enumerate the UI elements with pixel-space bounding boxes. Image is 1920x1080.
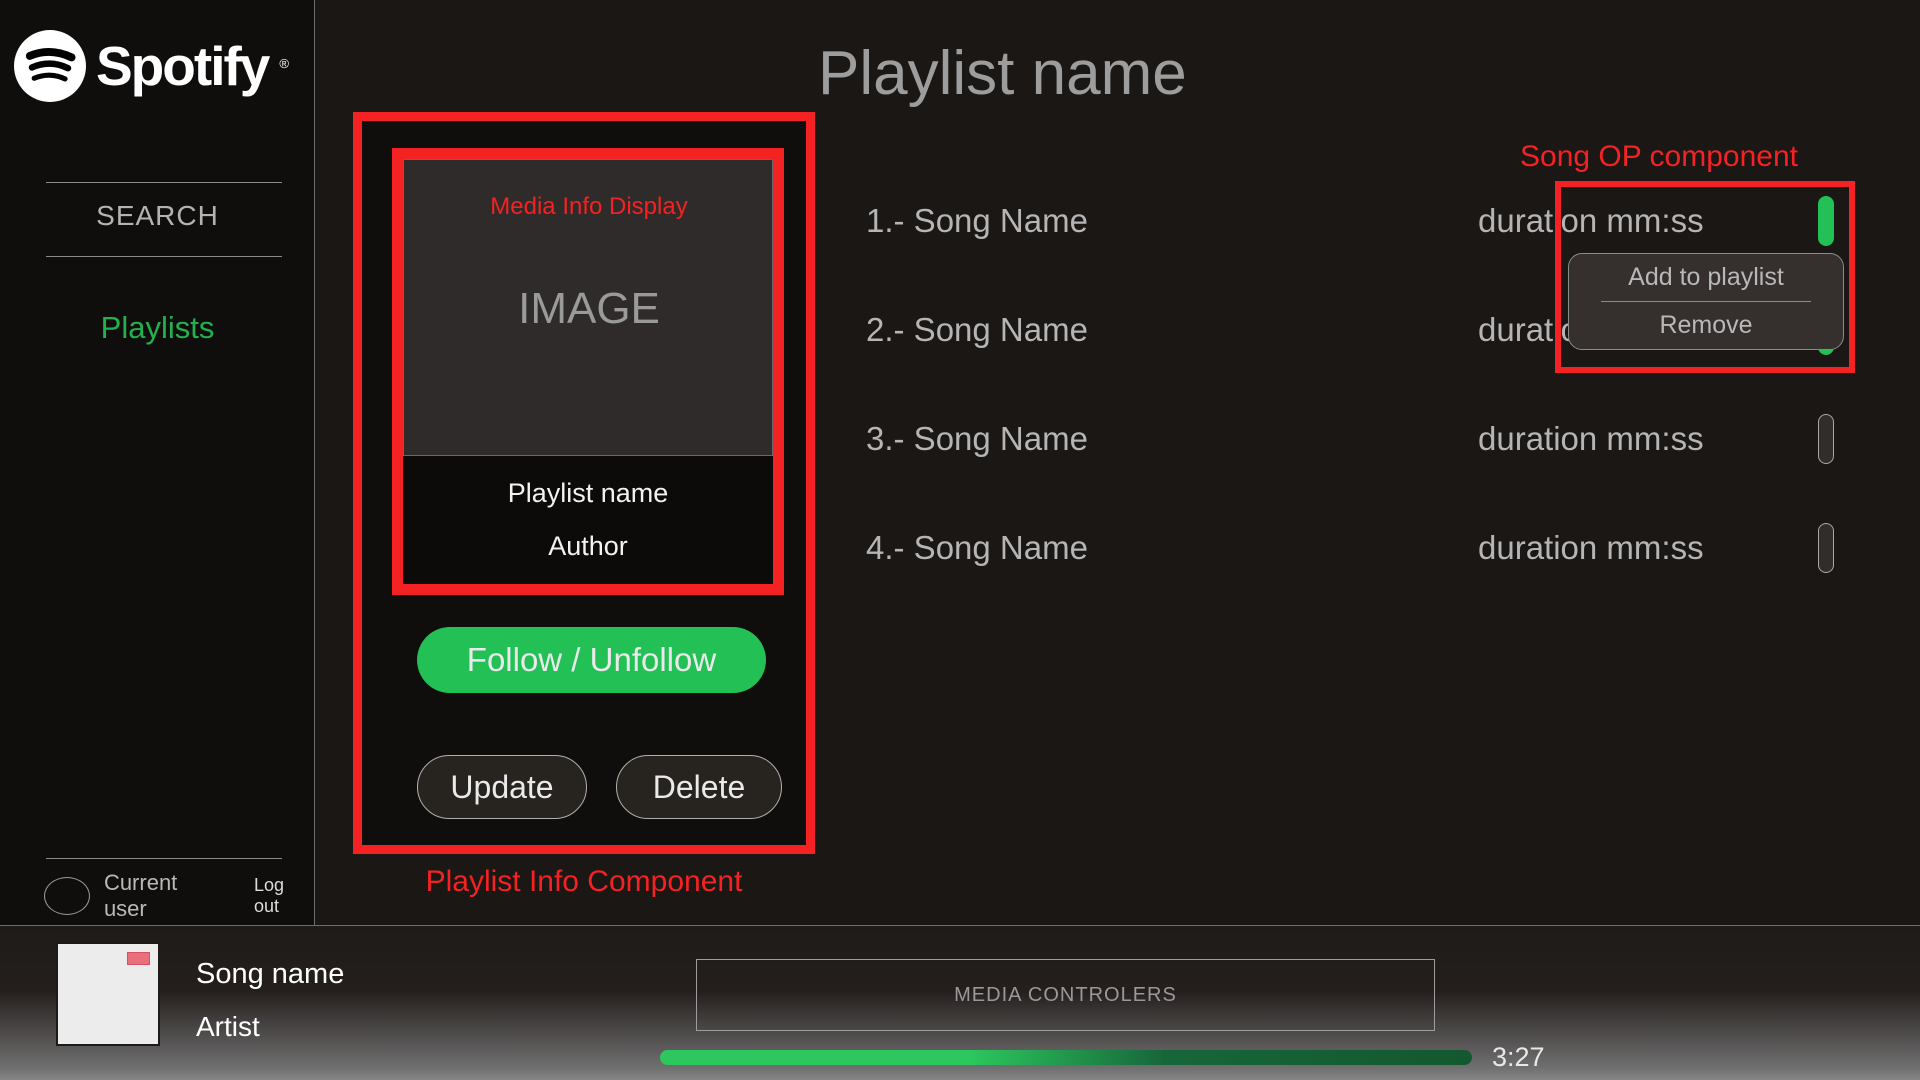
spotify-logo-icon bbox=[14, 30, 86, 102]
menu-item-remove[interactable]: Remove bbox=[1569, 302, 1843, 349]
avatar[interactable] bbox=[44, 877, 90, 915]
album-art[interactable] bbox=[56, 942, 160, 1046]
progress-bar[interactable] bbox=[660, 1050, 1472, 1065]
current-user-label: Current user bbox=[104, 870, 226, 922]
song-op-dropdown-menu: Add to playlist Remove bbox=[1568, 253, 1844, 350]
spotify-logo[interactable]: Spotify ® bbox=[14, 30, 289, 102]
now-playing-artist: Artist bbox=[196, 1011, 260, 1043]
user-area: Current user Log out bbox=[44, 870, 314, 922]
song-op-component-caption: Song OP component bbox=[1520, 140, 1798, 174]
progress-time-label: 3:27 bbox=[1492, 1042, 1545, 1073]
now-playing-song-name: Song name bbox=[196, 958, 344, 991]
song-op-toggle[interactable] bbox=[1818, 523, 1834, 573]
registered-mark: ® bbox=[279, 56, 289, 71]
playlist-info-component-caption: Playlist Info Component bbox=[353, 865, 815, 899]
follow-unfollow-button[interactable]: Follow / Unfollow bbox=[417, 627, 766, 693]
song-name: 4.- Song Name bbox=[866, 529, 1088, 567]
delete-button[interactable]: Delete bbox=[616, 755, 782, 819]
media-controllers[interactable]: MEDIA CONTROLERS bbox=[696, 959, 1435, 1031]
song-duration: duration mm:ss bbox=[1478, 420, 1704, 458]
menu-item-add-to-playlist[interactable]: Add to playlist bbox=[1569, 254, 1843, 301]
song-name: 2.- Song Name bbox=[866, 311, 1088, 349]
song-op-toggle[interactable] bbox=[1818, 196, 1834, 246]
song-duration: duration mm:ss bbox=[1478, 529, 1704, 567]
song-name: 1.- Song Name bbox=[866, 202, 1088, 240]
divider-above-user bbox=[46, 858, 282, 859]
spotify-playlist-mockup: Spotify ® SEARCH Playlists Current user … bbox=[0, 0, 1920, 1080]
page-title: Playlist name bbox=[818, 38, 1187, 109]
album-badge-icon bbox=[127, 952, 150, 965]
song-name: 3.- Song Name bbox=[866, 420, 1088, 458]
table-row[interactable]: 3.- Song Name duration mm:ss bbox=[0, 398, 1920, 507]
log-out-button[interactable]: Log out bbox=[254, 875, 314, 917]
song-op-toggle[interactable] bbox=[1818, 414, 1834, 464]
spotify-wordmark: Spotify bbox=[96, 39, 268, 94]
song-duration: duration mm:ss bbox=[1478, 202, 1704, 240]
song-list: 1.- Song Name duration mm:ss 2.- Song Na… bbox=[0, 180, 1920, 616]
table-row[interactable]: 4.- Song Name duration mm:ss bbox=[0, 507, 1920, 616]
update-button[interactable]: Update bbox=[417, 755, 587, 819]
